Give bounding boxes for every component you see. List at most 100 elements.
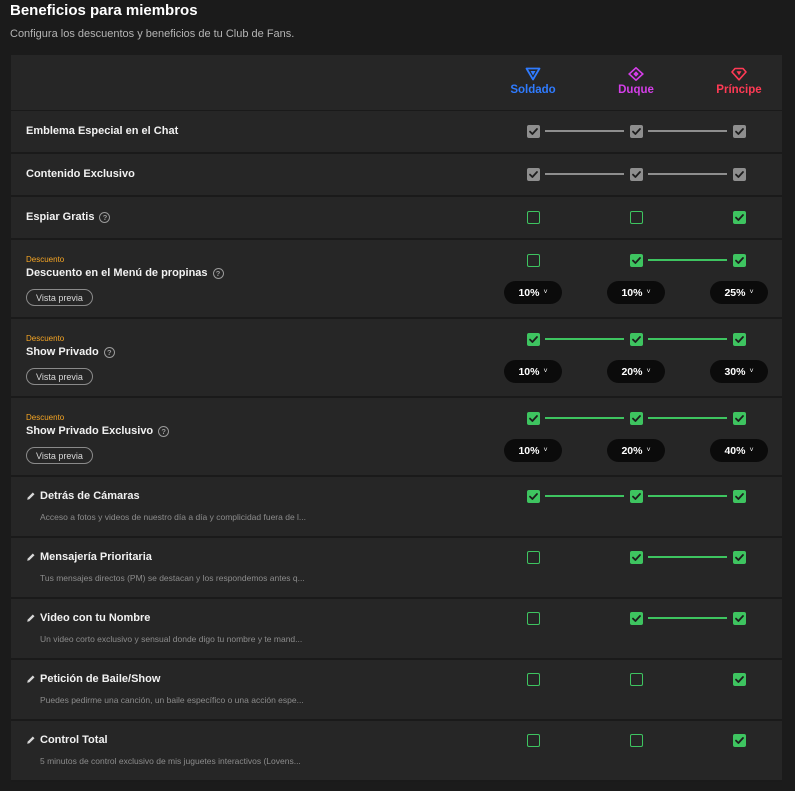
tier-checkbox[interactable] [526,332,540,346]
diamond-icon [591,67,681,81]
benefit-description: Acceso a fotos y videos de nuestro día a… [40,512,307,522]
tier-checkbox[interactable] [629,733,643,747]
tier-checkbox[interactable] [526,611,540,625]
benefit-label: Espiar Gratis? [26,211,111,223]
discount-percent-value: 20% [621,365,643,378]
benefit-label: Control Total [40,734,108,746]
tier-checkbox [526,167,540,181]
pencil-icon[interactable] [26,735,36,745]
discount-percent-select[interactable]: 40% ˅ [710,439,768,462]
discount-percent-value: 10% [518,444,540,457]
tier-checkbox[interactable] [526,489,540,503]
discount-percent-select[interactable]: 25% ˅ [710,281,768,304]
discount-percent-select[interactable]: 10% ˅ [504,439,562,462]
tier-checkbox[interactable] [526,733,540,747]
tier-checkbox[interactable] [732,672,746,686]
tier-checkbox[interactable] [526,550,540,564]
benefit-row: Espiar Gratis? [11,197,782,240]
tier-duque: Duque [591,67,681,96]
tier-checkbox[interactable] [629,411,643,425]
chevron-down-icon: ˅ [543,289,548,296]
pencil-icon[interactable] [26,491,36,501]
benefits-table: Soldado Duque Príncipe Emblema Especial en … [11,55,782,782]
benefit-label: Emblema Especial en el Chat [26,125,178,137]
benefit-label-text: Emblema Especial en el Chat [26,125,179,137]
chevron-down-icon: ˅ [543,447,548,454]
tier-checkbox[interactable] [526,411,540,425]
benefit-label: Descuento en el Menú de propinas? [26,267,224,279]
preview-button[interactable]: Vista previa [26,289,93,306]
triangle-icon [488,67,578,81]
benefit-label: Mensajería Prioritaria [40,551,152,563]
discount-percent-value: 30% [724,365,746,378]
benefit-description: 5 minutos de control exclusivo de mis ju… [40,756,301,766]
benefit-label-text: Mensajería Prioritaria [40,551,152,563]
discount-tag: Descuento [26,413,65,422]
tier-connector-line [545,173,624,175]
tier-checkbox[interactable] [629,332,643,346]
tier-checkbox[interactable] [629,489,643,503]
tier-checkbox[interactable] [526,210,540,224]
benefit-row: Control Total 5 minutos de control exclus… [11,721,782,782]
help-icon[interactable]: ? [99,211,111,223]
chevron-down-icon: ˅ [646,447,651,454]
benefit-row: Emblema Especial en el Chat [11,111,782,154]
tier-checkbox[interactable] [732,332,746,346]
discount-percent-value: 20% [621,444,643,457]
tier-checkbox[interactable] [732,550,746,564]
preview-button[interactable]: Vista previa [26,368,93,385]
benefit-label: Contenido Exclusivo [26,168,135,180]
benefit-label: Video con tu Nombre [40,612,150,624]
benefit-row: Contenido Exclusivo [11,154,782,197]
pencil-icon[interactable] [26,613,36,623]
benefit-row: Petición de Baile/Show Puedes pedirme una… [11,660,782,721]
tier-connector-line [648,259,727,261]
discount-percent-select[interactable]: 20% ˅ [607,360,665,383]
benefit-row: Video con tu Nombre Un video corto exclus… [11,599,782,660]
tier-checkbox[interactable] [732,253,746,267]
tier-connector-line [648,617,727,619]
benefit-label-text: Detrás de Cámaras [40,490,140,502]
benefit-label: Show Privado? [26,346,115,358]
chevron-down-icon: ˅ [749,289,754,296]
discount-percent-select[interactable]: 10% ˅ [504,360,562,383]
tier-checkbox[interactable] [629,672,643,686]
pencil-icon[interactable] [26,552,36,562]
tier-checkbox[interactable] [732,210,746,224]
tier-checkbox[interactable] [732,489,746,503]
help-icon[interactable]: ? [103,346,115,358]
discount-percent-select[interactable]: 10% ˅ [504,281,562,304]
chevron-down-icon: ˅ [646,289,651,296]
tier-connector-line [648,173,727,175]
benefit-label-text: Control Total [40,734,108,746]
benefit-label-text: Contenido Exclusivo [26,168,135,180]
tier-checkbox[interactable] [732,411,746,425]
discount-percent-select[interactable]: 30% ˅ [710,360,768,383]
benefit-row: Detrás de Cámaras Acceso a fotos y videos… [11,477,782,538]
tier-connector-line [545,130,624,132]
benefit-label-text: Show Privado Exclusivo [26,425,154,437]
tier-header-row: Soldado Duque Príncipe [11,55,782,111]
discount-percent-value: 25% [724,286,746,299]
tier-checkbox[interactable] [629,611,643,625]
benefit-label: Petición de Baile/Show [40,673,160,685]
pencil-icon[interactable] [26,674,36,684]
benefit-label: Detrás de Cámaras [40,490,140,502]
tier-connector-line [648,130,727,132]
discount-percent-select[interactable]: 20% ˅ [607,439,665,462]
tier-checkbox[interactable] [629,253,643,267]
preview-button[interactable]: Vista previa [26,447,93,464]
tier-checkbox[interactable] [732,733,746,747]
help-icon[interactable]: ? [158,425,170,437]
tier-checkbox[interactable] [526,253,540,267]
tier-connector-line [648,338,727,340]
tier-checkbox[interactable] [732,611,746,625]
discount-percent-select[interactable]: 10% ˅ [607,281,665,304]
tier-checkbox[interactable] [526,672,540,686]
page-title: Beneficios para miembros [10,2,198,19]
tier-name: Duque [618,84,654,96]
discount-percent-value: 10% [518,365,540,378]
tier-checkbox[interactable] [629,210,643,224]
help-icon[interactable]: ? [212,267,224,279]
tier-checkbox[interactable] [629,550,643,564]
